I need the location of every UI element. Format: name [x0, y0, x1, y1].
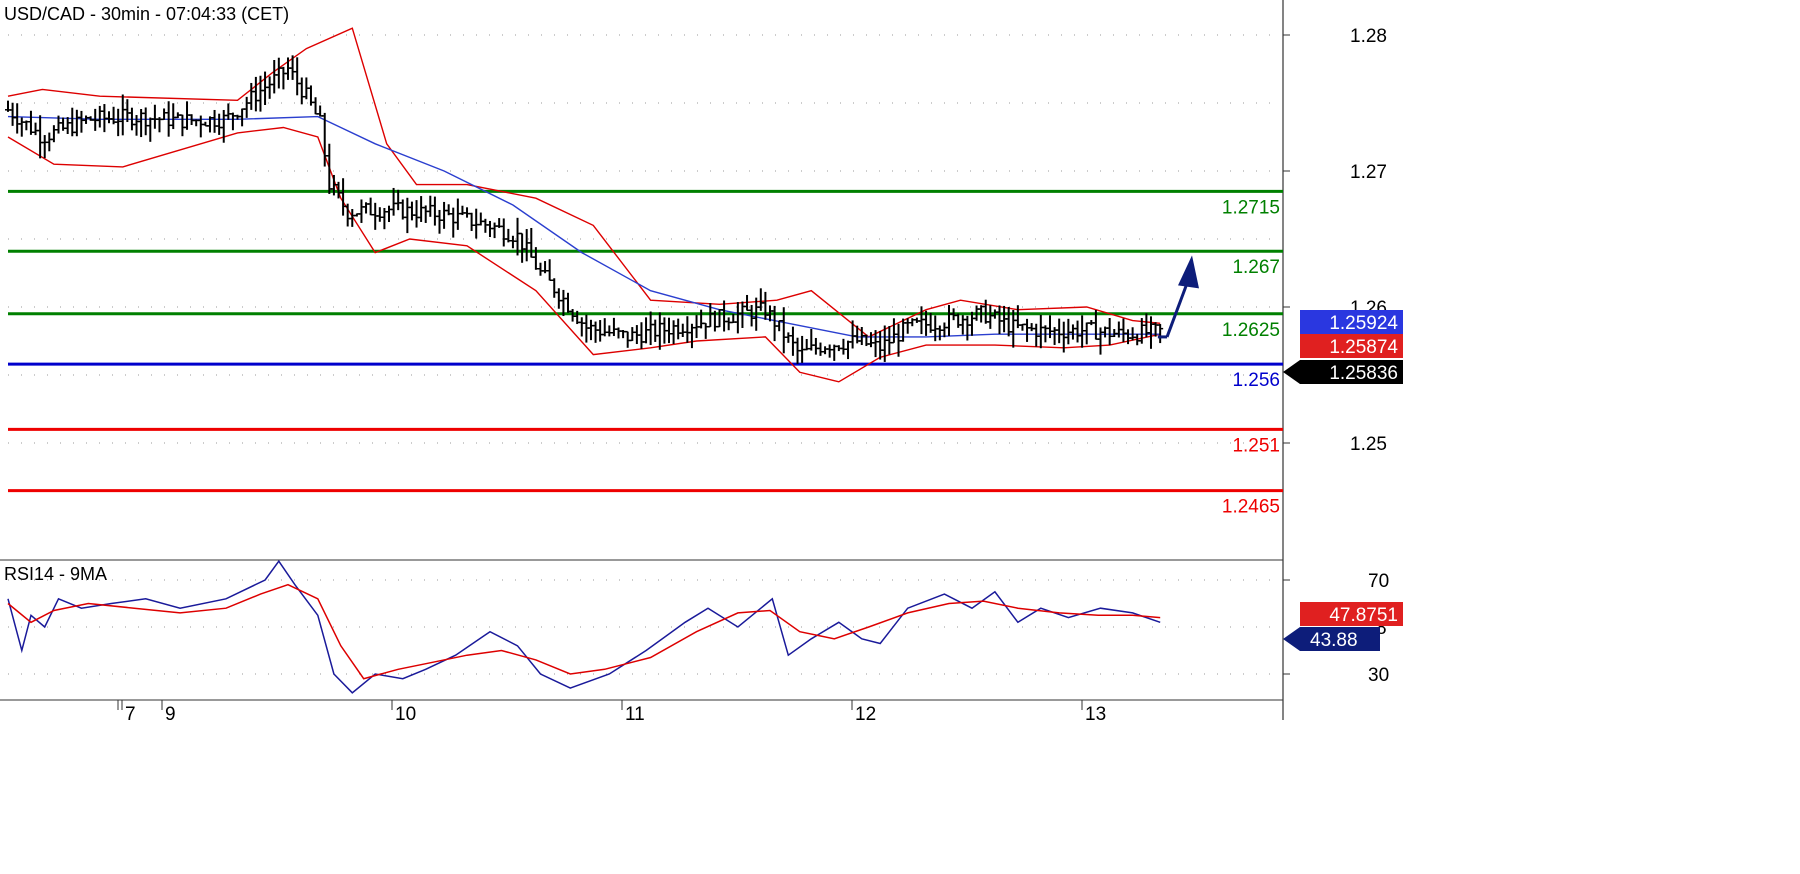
rsi-ma-line: [7, 583, 1161, 680]
y-tick-label: 1.27: [1350, 162, 1387, 183]
support-resistance-levels: 1.2715 1.267 1.2625 1.256 1.251 1.2465: [8, 189, 1283, 518]
rsi-badge-label: 47.8751: [1329, 605, 1398, 626]
rsi-y-tick-label: 30: [1368, 665, 1389, 686]
bollinger-bands: [7, 27, 1161, 383]
rsi-y-tick-label: 70: [1368, 571, 1389, 592]
chart-title: USD/CAD - 30min - 07:04:33 (CET): [4, 4, 289, 24]
x-tick-label: 11: [625, 704, 645, 725]
x-tick-label: 7: [125, 704, 136, 725]
level-label: 1.2465: [1222, 497, 1280, 518]
level-label: 1.2625: [1222, 320, 1280, 341]
rsi-grid: 70308: [8, 571, 1389, 686]
rsi-badge-label: 43.88: [1310, 630, 1358, 651]
usdcad-chart: 1.281.271.261.25 1.27151.2671.26251.2561…: [0, 0, 1403, 725]
level-label: 1.256: [1232, 370, 1280, 391]
price-bars: [5, 55, 1199, 364]
rsi-line: [7, 559, 1161, 694]
x-tick-label: 9: [165, 704, 176, 725]
x-tick-label: 13: [1085, 704, 1106, 725]
level-label: 1.251: [1232, 435, 1280, 456]
level-label: 1.267: [1232, 257, 1280, 278]
x-tick-label: 10: [395, 704, 416, 725]
rsi-lines: [7, 559, 1161, 694]
forecast-arrow-head: [1178, 255, 1199, 289]
y-tick-label: 1.25: [1350, 434, 1387, 455]
level-label: 1.2715: [1222, 197, 1280, 218]
price-badge-label: 1.25874: [1329, 337, 1398, 358]
bollinger-upper-line: [7, 27, 1161, 338]
value-badges: 1.25924 1.25874 1.25836 47.8751 43.88: [1283, 310, 1403, 651]
y-tick-label: 1.28: [1350, 26, 1387, 47]
price-badge-pointer: [1283, 360, 1300, 384]
x-axis: 7 9 10 11 12 13: [117, 700, 1106, 725]
price-badge-label: 1.25836: [1329, 363, 1398, 384]
x-tick-label: 12: [855, 704, 876, 725]
rsi-title: RSI14 - 9MA: [4, 564, 107, 584]
price-badge-label: 1.25924: [1329, 313, 1398, 334]
price-grid: 1.281.271.261.25: [8, 26, 1387, 455]
rsi-badge-pointer: [1283, 627, 1300, 651]
